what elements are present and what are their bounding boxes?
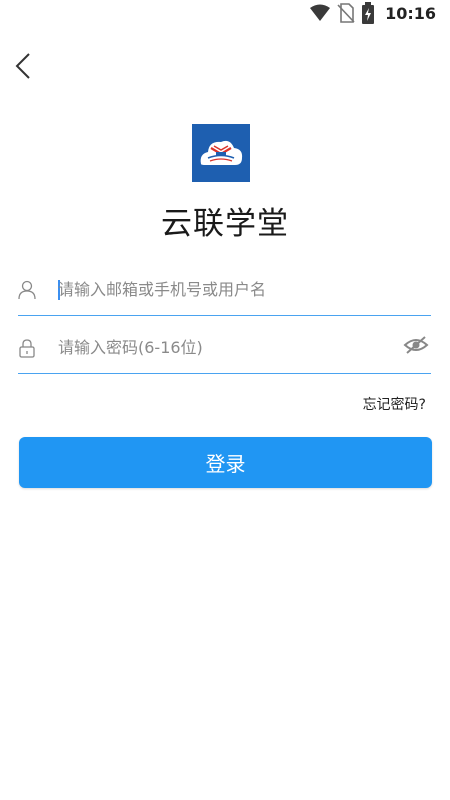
forgot-password-link[interactable]: 忘记密码?: [363, 394, 426, 414]
back-arrow-icon: [15, 53, 30, 79]
password-underline: [18, 373, 431, 374]
toggle-password-visibility-button[interactable]: [403, 334, 429, 356]
back-button[interactable]: [8, 48, 38, 84]
cloud-logo-icon: [192, 124, 250, 182]
password-field[interactable]: [18, 322, 431, 374]
status-time: 10:16: [385, 3, 436, 23]
lock-icon: [19, 339, 35, 358]
status-bar: 10:16: [0, 0, 450, 26]
username-underline: [18, 315, 431, 316]
username-field[interactable]: [18, 264, 431, 316]
app-logo: [192, 124, 250, 182]
status-icons: 10:16: [309, 2, 436, 24]
user-icon: [18, 280, 36, 300]
no-sim-icon: [337, 3, 355, 23]
username-input[interactable]: [58, 274, 388, 304]
app-title: 云联学堂: [161, 206, 289, 242]
eye-off-icon: [403, 336, 429, 354]
wifi-icon: [310, 4, 331, 21]
login-button[interactable]: 登录: [19, 437, 432, 488]
battery-charging-icon: [362, 2, 375, 24]
password-input[interactable]: [58, 332, 388, 362]
